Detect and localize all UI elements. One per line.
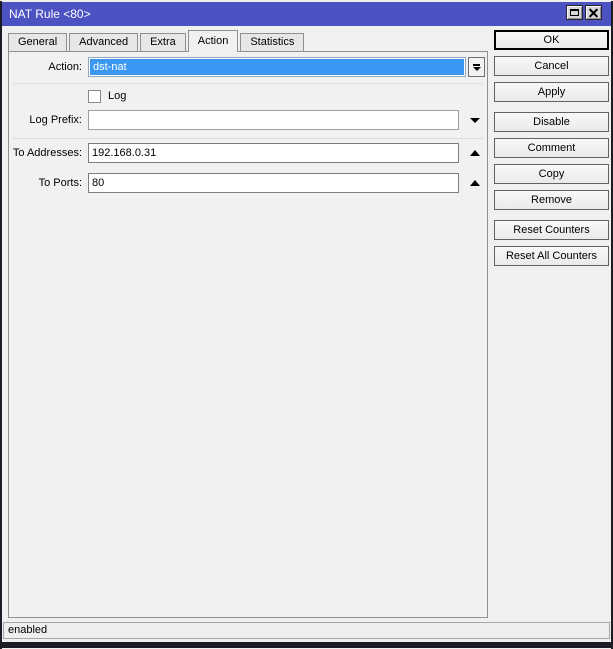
tab-advanced[interactable]: Advanced [69,33,139,52]
chevron-down-icon [470,117,480,123]
dropdown-icon [473,63,480,66]
to-ports-label: To Ports: [38,177,82,189]
maximize-icon [570,9,579,16]
reset-counters-button[interactable]: Reset Counters [494,220,609,240]
tab-general[interactable]: General [8,33,68,52]
window-title: NAT Rule <80> [9,7,91,21]
titlebar[interactable]: NAT Rule <80> [2,2,611,26]
action-selected-value: dst-nat [90,59,464,75]
window-border-bottom [0,642,613,648]
close-icon [589,8,598,17]
apply-button[interactable]: Apply [494,82,609,102]
action-tab-panel: Action: dst-nat Log Log Prefix: To Addre… [8,51,488,618]
dropdown-icon [472,66,481,71]
tab-statistics[interactable]: Statistics [240,33,305,52]
tab-strip: General Advanced Extra Action Statistics [8,30,306,52]
log-prefix-input[interactable] [88,110,459,130]
ok-button[interactable]: OK [494,30,609,50]
to-ports-input[interactable] [88,173,459,193]
action-label: Action: [48,61,82,73]
tab-action[interactable]: Action [187,30,239,52]
copy-button[interactable]: Copy [494,164,609,184]
action-combobox[interactable]: dst-nat [88,57,466,77]
to-addresses-collapse-button[interactable] [465,143,485,163]
to-addresses-input[interactable] [88,143,459,163]
log-checkbox-label: Log [108,90,127,102]
action-dropdown-button[interactable] [468,57,485,77]
remove-button[interactable]: Remove [494,190,609,210]
tab-extra[interactable]: Extra [140,33,186,52]
separator [13,138,483,139]
reset-all-counters-button[interactable]: Reset All Counters [494,246,609,266]
separator [13,83,483,84]
disable-button[interactable]: Disable [494,112,609,132]
status-bar: enabled [3,622,610,639]
cancel-button[interactable]: Cancel [494,56,609,76]
window-border-left [0,1,2,649]
log-prefix-dropdown-button[interactable] [465,110,485,130]
maximize-button[interactable] [566,5,583,20]
to-addresses-label: To Addresses: [12,147,82,159]
to-ports-collapse-button[interactable] [465,173,485,193]
chevron-up-icon [470,180,480,186]
nat-rule-dialog: NAT Rule <80> General Advanced Extra Act… [0,0,613,649]
close-button[interactable] [585,5,602,20]
log-prefix-label: Log Prefix: [29,114,82,126]
chevron-up-icon [470,150,480,156]
log-checkbox[interactable] [88,90,101,103]
comment-button[interactable]: Comment [494,138,609,158]
